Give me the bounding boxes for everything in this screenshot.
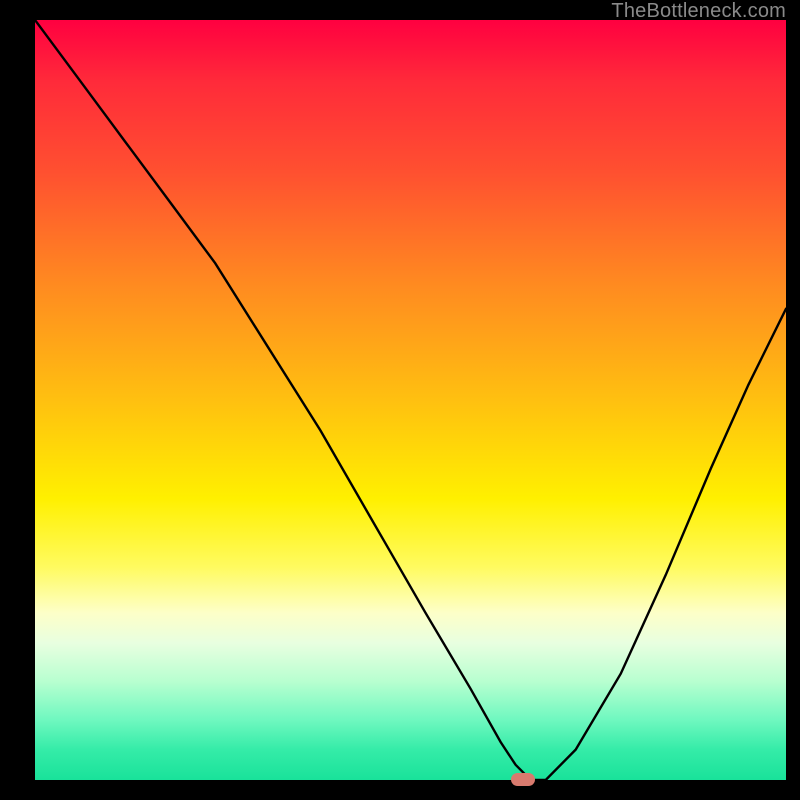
optimal-marker bbox=[511, 773, 535, 786]
watermark-text: TheBottleneck.com bbox=[611, 0, 786, 23]
plot-area bbox=[35, 20, 786, 780]
chart-frame: TheBottleneck.com bbox=[0, 0, 800, 800]
bottleneck-curve bbox=[35, 20, 786, 780]
